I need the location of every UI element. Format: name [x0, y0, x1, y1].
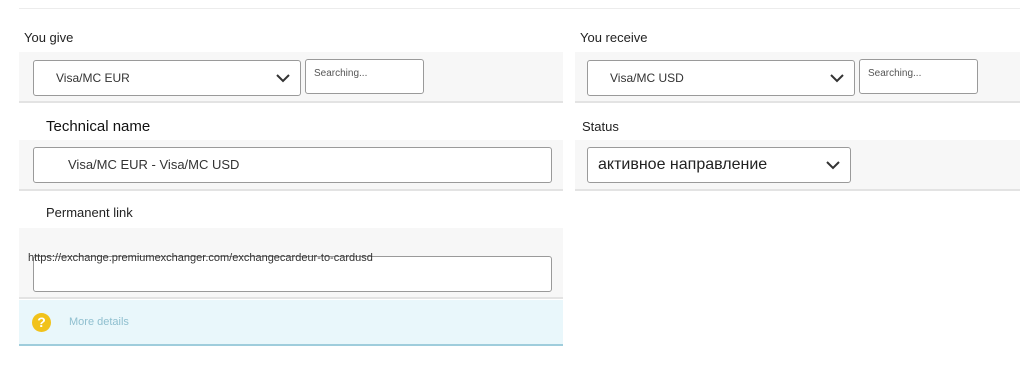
- technical-row-divider: [19, 189, 563, 191]
- receive-row-divider: [575, 101, 1020, 103]
- exchange-direction-form: You give Visa/MC EUR Searching... Techni…: [0, 0, 1020, 391]
- permanent-link-label: Permanent link: [46, 205, 133, 220]
- permalink-row-divider: [19, 297, 563, 299]
- right-column: You receive Visa/MC USD Searching... Sta…: [575, 0, 1020, 391]
- receive-search-input[interactable]: Searching...: [859, 59, 978, 94]
- chevron-down-icon: [830, 73, 844, 83]
- technical-name-label: Technical name: [46, 118, 151, 135]
- give-currency-value: Visa/MC EUR: [56, 71, 130, 85]
- more-details-link[interactable]: More details: [69, 316, 129, 328]
- receive-currency-value: Visa/MC USD: [610, 71, 684, 85]
- give-currency-select[interactable]: Visa/MC EUR: [33, 60, 301, 96]
- chevron-down-icon: [276, 73, 290, 83]
- status-label: Status: [582, 119, 619, 134]
- technical-name-input[interactable]: Visa/MC EUR - Visa/MC USD: [33, 147, 552, 183]
- you-receive-label: You receive: [580, 30, 648, 45]
- give-search-input[interactable]: Searching...: [305, 59, 424, 94]
- left-column: You give Visa/MC EUR Searching... Techni…: [19, 0, 563, 391]
- you-give-label: You give: [24, 30, 74, 45]
- status-value: активное направление: [598, 156, 768, 173]
- question-icon: ?: [32, 312, 51, 332]
- permanent-link-value: https://exchange.premiumexchanger.com/ex…: [28, 252, 373, 264]
- chevron-down-icon: [826, 160, 840, 170]
- more-details-panel[interactable]: ? More details: [19, 300, 563, 346]
- receive-currency-select[interactable]: Visa/MC USD: [587, 60, 855, 96]
- technical-name-value: Visa/MC EUR - Visa/MC USD: [68, 157, 240, 172]
- status-select[interactable]: активное направление: [587, 147, 851, 183]
- status-row-divider: [575, 189, 1020, 191]
- give-row-divider: [19, 101, 563, 103]
